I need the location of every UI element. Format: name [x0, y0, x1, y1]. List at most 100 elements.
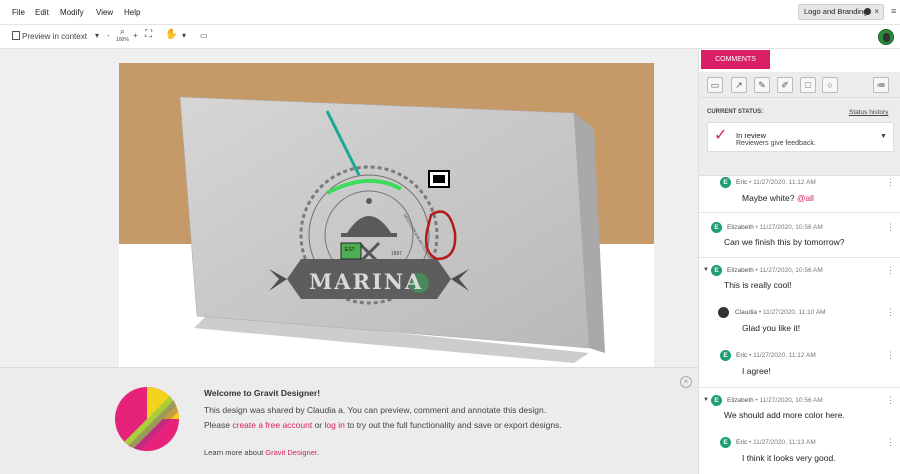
annotation-toolbar: ▭ ↗ ✎ ✐ □ ○ ≔ — [699, 72, 900, 98]
zoom-in-icon[interactable]: + — [133, 31, 138, 40]
more-options-icon[interactable]: ⋮ — [886, 265, 895, 276]
hand-tool-icon[interactable]: ✋ — [165, 29, 177, 40]
rectangle-tool-icon[interactable]: □ — [800, 77, 816, 93]
text-segment: or — [312, 420, 325, 430]
comment-author: Eric — [736, 439, 748, 446]
logo-word: MARINA — [309, 269, 424, 294]
gravit-designer-link[interactable]: Gravit Designer — [265, 448, 317, 457]
collapse-thread-icon[interactable]: ▼ — [703, 267, 709, 273]
menu-bar: File Edit Modify View Help Logo and Bran… — [0, 0, 900, 25]
avatar: E — [720, 437, 731, 448]
collapse-thread-icon[interactable]: ▼ — [703, 397, 709, 403]
badge-year-text: 1897 — [391, 251, 403, 257]
comment-text: Glad you like it! — [742, 323, 801, 333]
menu-modify[interactable]: Modify — [60, 8, 84, 17]
avatar — [718, 307, 729, 318]
status-history-link[interactable]: Status history — [849, 109, 888, 116]
more-options-icon[interactable]: ⋮ — [886, 395, 895, 406]
menu-view[interactable]: View — [96, 8, 113, 17]
document-tab[interactable]: Logo and Branding × — [798, 4, 884, 20]
more-options-icon[interactable]: ⋮ — [886, 350, 895, 361]
comment-time: 11/27/2020, 11:12 AM — [753, 352, 816, 359]
comment-time: 11/27/2020, 11:12 AM — [753, 179, 816, 186]
menu-file[interactable]: File — [12, 8, 25, 17]
text-segment: to try out the full functionality and sa… — [344, 420, 562, 430]
learn-more-text: Learn more about Gravit Designer. — [204, 448, 319, 457]
menu-icon[interactable]: ≡ — [891, 6, 896, 16]
comments-panel: COMMENTS ▭ ↗ ✎ ✐ □ ○ ≔ CURRENT STATUS: S… — [698, 49, 900, 474]
text-segment: Please — [204, 420, 233, 430]
menu-edit[interactable]: Edit — [35, 8, 49, 17]
marker-tool-icon[interactable]: ✐ — [777, 77, 793, 93]
chevron-down-icon[interactable]: ▾ — [182, 31, 186, 40]
comment-meta: Eric • 11/27/2020, 11:12 AM — [736, 352, 816, 359]
comment-tool-icon[interactable]: ▭ — [707, 77, 723, 93]
filter-icon[interactable]: ≔ — [873, 77, 889, 93]
comment-text: I think it looks very good. — [742, 453, 836, 463]
more-options-icon[interactable]: ⋮ — [886, 222, 895, 233]
more-options-icon[interactable]: ⋮ — [886, 437, 895, 448]
zoom-level: 100% — [116, 37, 129, 43]
welcome-banner: Welcome to Gravit Designer! This design … — [0, 367, 698, 474]
create-account-link[interactable]: create a free account — [232, 420, 312, 430]
pen-tool-icon[interactable]: ✎ — [754, 77, 770, 93]
avatar: E — [720, 177, 731, 188]
status-label: CURRENT STATUS: — [707, 109, 764, 115]
comment-author: Eric — [736, 352, 748, 359]
zoom-icon: ⌕ — [119, 26, 125, 36]
menu-help[interactable]: Help — [124, 8, 140, 17]
user-avatar[interactable] — [878, 29, 894, 45]
gravit-logo — [115, 387, 179, 451]
comment-author: Eric — [736, 179, 748, 186]
close-tab-icon[interactable]: × — [874, 5, 879, 19]
comment-time: 11/27/2020, 10:56 AM — [759, 397, 823, 404]
preview-in-context-button[interactable]: Preview in context — [12, 31, 87, 41]
more-options-icon[interactable]: ⋮ — [886, 307, 895, 318]
welcome-title: Welcome to Gravit Designer! — [204, 388, 321, 398]
close-banner-icon[interactable]: × — [680, 376, 692, 388]
divider — [699, 387, 900, 388]
ellipse-tool-icon[interactable]: ○ — [822, 77, 838, 93]
comment-author: Claudia — [735, 309, 758, 316]
status-dropdown[interactable]: ✓ In review Reviewers give feedback. ▼ — [707, 122, 894, 152]
avatar: E — [711, 222, 722, 233]
chevron-down-icon: ▼ — [880, 133, 887, 140]
comment-time: 11/27/2020, 10:56 AM — [759, 224, 823, 231]
preview-label: Preview in context — [22, 32, 87, 41]
chevron-down-icon[interactable]: ▾ — [95, 31, 99, 40]
divider — [699, 257, 900, 258]
artboard: MARINA EST 1897 MEDITERRANEAN CUISINE — [119, 63, 654, 367]
comment-text: This is really cool! — [724, 280, 792, 290]
comment-meta: Eric • 11/27/2020, 11:13 AM — [736, 439, 816, 446]
text-segment: Learn more about — [204, 448, 266, 457]
comment-meta: Elizabeth • 11/27/2020, 10:56 AM — [727, 224, 823, 231]
mention-link[interactable]: @all — [797, 193, 814, 203]
check-icon: ✓ — [714, 127, 728, 144]
tab-comments[interactable]: COMMENTS — [701, 50, 770, 69]
comment-time: 11/27/2020, 11:10 AM — [762, 309, 826, 316]
comment-meta: Claudia • 11/27/2020, 11:10 AM — [735, 309, 826, 316]
canvas[interactable]: MARINA EST 1897 MEDITERRANEAN CUISINE We… — [0, 49, 698, 474]
comment-author: Elizabeth — [727, 267, 754, 274]
comment-meta: Eric • 11/27/2020, 11:12 AM — [736, 179, 816, 186]
add-comment-icon[interactable]: ▭ — [200, 31, 208, 40]
zoom-control[interactable]: ⌕ 100% — [116, 26, 129, 44]
comment-text: Maybe white? @all — [742, 193, 814, 203]
comment-text: I agree! — [742, 366, 771, 376]
unsaved-dot-icon — [864, 8, 871, 15]
status-description: Reviewers give feedback. — [736, 140, 816, 147]
comment-meta: Elizabeth • 11/27/2020, 10:56 AM — [727, 267, 823, 274]
fit-to-screen-icon[interactable]: ⛶ — [145, 29, 152, 40]
comment-author: Elizabeth — [727, 224, 754, 231]
comment-meta: Elizabeth • 11/27/2020, 10:56 AM — [727, 397, 823, 404]
comment-time: 11/27/2020, 11:13 AM — [753, 439, 816, 446]
welcome-text: This design was shared by Claudia a. You… — [204, 405, 547, 415]
log-in-link[interactable]: log in — [325, 420, 345, 430]
more-options-icon[interactable]: ⋮ — [886, 177, 895, 188]
zoom-out-icon[interactable]: - — [107, 31, 110, 40]
comment-time: 11/27/2020, 10:56 AM — [759, 267, 823, 274]
badge-est-text: EST — [345, 247, 355, 253]
arrow-tool-icon[interactable]: ↗ — [731, 77, 747, 93]
toolbar: Preview in context ▾ - ⌕ 100% + ⛶ ✋ ▾ ▭ — [0, 25, 900, 49]
avatar: E — [711, 395, 722, 406]
